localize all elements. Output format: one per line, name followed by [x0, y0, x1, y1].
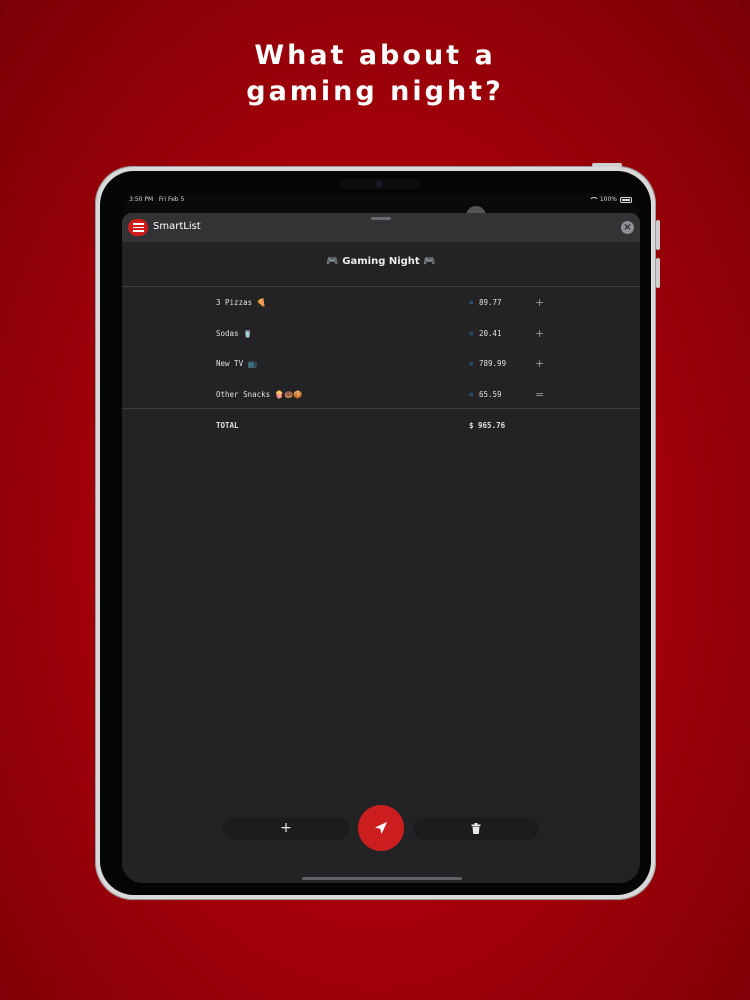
bottom-toolbar: + [122, 803, 640, 863]
app-title: SmartList [153, 221, 201, 232]
title-divider [122, 286, 640, 287]
send-icon [375, 822, 387, 834]
headline-line-2: gaming night? [246, 76, 504, 107]
power-button [592, 163, 622, 167]
equals-sign: = [469, 359, 474, 368]
volume-down-button [656, 258, 660, 288]
total-value: $ 965.76 [469, 421, 506, 430]
trash-icon [471, 823, 481, 834]
total-divider [122, 408, 640, 409]
equals-sign: = [469, 329, 474, 338]
volume-up-button [656, 220, 660, 250]
status-date-text: Fri Feb 5 [158, 196, 185, 203]
add-item-button[interactable]: + [223, 817, 349, 840]
camera-housing [340, 179, 420, 189]
headline-line-1: What about a [254, 40, 496, 71]
list-item[interactable]: 3 Pizzas 🍕 = 89.77 + [122, 294, 640, 310]
list-item[interactable]: Sodas 🥤 = 20.41 + [122, 325, 640, 341]
operator-button[interactable]: + [535, 327, 544, 340]
screen: 3:50 PM Fri Feb 5 100% SmartList × 🎮 Gam… [122, 193, 640, 883]
device-bezel: 3:50 PM Fri Feb 5 100% SmartList × 🎮 Gam… [100, 171, 651, 895]
item-name[interactable]: Other Snacks 🍿🍩🍪 [216, 390, 303, 399]
item-value[interactable]: 20.41 [479, 329, 502, 338]
battery-percent: 100% [599, 196, 617, 203]
camera-icon [376, 181, 382, 187]
delete-button[interactable] [413, 817, 539, 840]
tablet-device: 3:50 PM Fri Feb 5 100% SmartList × 🎮 Gam… [95, 163, 660, 900]
list-title[interactable]: 🎮 Gaming Night 🎮 [122, 256, 640, 267]
operator-button[interactable]: + [535, 357, 544, 370]
list-item[interactable]: Other Snacks 🍿🍩🍪 = 65.59 = [122, 386, 640, 402]
smartlist-sheet: SmartList × 🎮 Gaming Night 🎮 3 Pizzas 🍕 … [122, 213, 640, 883]
close-button[interactable]: × [621, 221, 634, 234]
total-label: TOTAL [216, 421, 239, 430]
item-name[interactable]: Sodas 🥤 [216, 329, 252, 338]
operator-button[interactable]: + [535, 296, 544, 309]
status-time-text: 3:50 PM [129, 196, 154, 203]
item-value[interactable]: 65.59 [479, 390, 502, 399]
home-indicator[interactable] [302, 877, 462, 880]
status-right: 100% [588, 196, 632, 203]
sheet-grabber[interactable] [371, 217, 391, 220]
equals-sign: = [469, 298, 474, 307]
headline: What about a gaming night? [0, 38, 750, 110]
status-time: 3:50 PM Fri Feb 5 [129, 196, 184, 203]
smartlist-logo-icon [128, 219, 148, 236]
item-value[interactable]: 89.77 [479, 298, 502, 307]
operator-button[interactable]: = [535, 388, 544, 401]
item-name[interactable]: 3 Pizzas 🍕 [216, 298, 266, 307]
status-bar: 3:50 PM Fri Feb 5 100% [122, 193, 640, 207]
equals-sign: = [469, 390, 474, 399]
battery-icon [620, 196, 632, 203]
wifi-icon [588, 196, 599, 203]
list-item[interactable]: New TV 📺 = 789.99 + [122, 355, 640, 371]
total-row: TOTAL $ 965.76 [122, 417, 640, 433]
item-name[interactable]: New TV 📺 [216, 359, 257, 368]
share-button[interactable] [358, 805, 404, 851]
item-value[interactable]: 789.99 [479, 359, 506, 368]
